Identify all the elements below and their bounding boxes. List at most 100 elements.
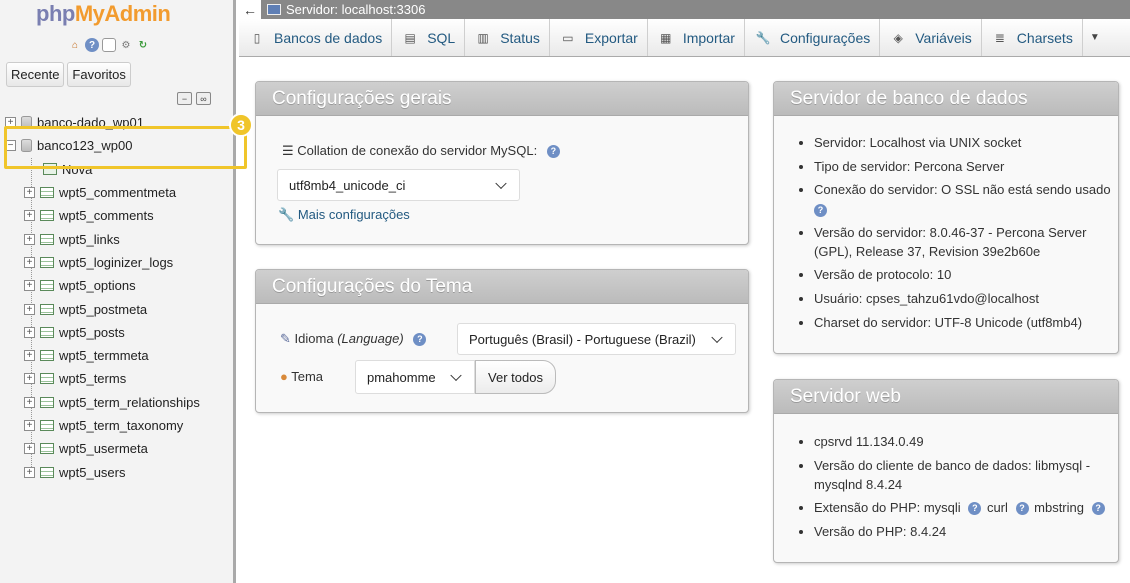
- help-icon[interactable]: ?: [1091, 502, 1105, 516]
- language-label: ✎ Idioma (Language) ?: [280, 331, 427, 347]
- tree-item-table[interactable]: + wpt5_term_taxonomy: [5, 414, 235, 437]
- tree-item-table[interactable]: + wpt5_users: [5, 460, 235, 483]
- database-icon: [21, 116, 32, 130]
- charsets-icon: ≣: [994, 30, 1005, 45]
- expand-icon[interactable]: +: [24, 233, 35, 245]
- phpmyadmin-logo[interactable]: phpMyAdmin: [36, 1, 171, 27]
- expand-icon[interactable]: +: [24, 256, 35, 268]
- recent-tab[interactable]: Recente: [6, 62, 65, 87]
- table-icon: [40, 187, 54, 199]
- collapse-all-icon[interactable]: −: [177, 92, 192, 105]
- help-icon[interactable]: ?: [85, 38, 99, 52]
- nav-icon-bar: ⌂ ? ⚙ ↻: [68, 38, 150, 52]
- expand-icon[interactable]: +: [24, 210, 35, 222]
- tree-item-table[interactable]: + wpt5_terms: [5, 367, 235, 390]
- more-menu-icon[interactable]: ▼: [1083, 19, 1107, 56]
- database-server-title: Servidor de banco de dados: [774, 82, 1118, 116]
- settings-icon[interactable]: ⚙: [119, 38, 133, 52]
- table-icon: [40, 303, 54, 315]
- import-icon: ▦: [660, 30, 672, 45]
- tree-item-banco-dado-wp01[interactable]: + banco-dado_wp01: [5, 111, 235, 134]
- tab-variables[interactable]: ◈ Variáveis: [880, 19, 982, 56]
- expand-icon[interactable]: +: [5, 117, 16, 129]
- web-server-panel: Servidor web cpsrvd 11.134.0.49 Versão d…: [773, 379, 1119, 563]
- expand-icon[interactable]: +: [24, 280, 35, 292]
- tree-item-table[interactable]: + wpt5_options: [5, 274, 235, 297]
- sql-icon: ▤: [404, 30, 416, 45]
- status-icon: ▥: [477, 30, 489, 45]
- expand-icon[interactable]: +: [24, 420, 35, 431]
- tab-sql[interactable]: ▤ SQL: [392, 19, 466, 56]
- theme-label: ● Tema: [280, 369, 324, 384]
- expand-icon[interactable]: +: [24, 326, 35, 338]
- table-icon: [40, 256, 54, 268]
- tree-item-new-table[interactable]: Nova: [5, 158, 235, 181]
- export-icon: ▭: [562, 30, 574, 45]
- expand-icon[interactable]: +: [24, 373, 35, 385]
- tree-item-banco123-wp00[interactable]: − banco123_wp00: [5, 134, 235, 157]
- tree-item-table[interactable]: + wpt5_termmeta: [5, 344, 235, 367]
- tree-item-table[interactable]: + wpt5_term_relationships: [5, 391, 235, 414]
- collation-select[interactable]: utf8mb4_unicode_ci: [277, 169, 520, 201]
- table-icon: [40, 326, 54, 338]
- expand-icon[interactable]: +: [24, 396, 35, 408]
- language-select[interactable]: Português (Brasil) - Portuguese (Brazil): [457, 323, 736, 355]
- tree-item-table[interactable]: + wpt5_postmeta: [5, 297, 235, 320]
- tab-charsets[interactable]: ≣ Charsets: [982, 19, 1083, 56]
- tab-import[interactable]: ▦ Importar: [648, 19, 745, 56]
- collation-label: ☰ Collation de conexão do servidor MySQL…: [282, 143, 560, 159]
- database-tree: + banco-dado_wp01 − banco123_wp00 Nova +…: [5, 111, 235, 484]
- database-icon: [21, 139, 32, 153]
- wrench-icon: 🔧: [278, 207, 295, 222]
- help-icon[interactable]: ?: [814, 204, 827, 218]
- help-icon[interactable]: ?: [546, 145, 560, 159]
- list-item: Conexão do servidor: O SSL não está send…: [814, 180, 1116, 218]
- database-icon: ▯: [253, 30, 261, 45]
- tree-item-table[interactable]: + wpt5_posts: [5, 321, 235, 344]
- tree-controls: − ∞: [177, 92, 211, 105]
- tab-export[interactable]: ▭ Exportar: [550, 19, 648, 56]
- link-icon[interactable]: ∞: [196, 92, 211, 105]
- more-settings-link[interactable]: 🔧 Mais configurações: [278, 207, 410, 223]
- tree-item-table[interactable]: + wpt5_usermeta: [5, 437, 235, 460]
- list-item: Usuário: cpses_tahzu61vdo@localhost: [814, 289, 1116, 308]
- table-icon: [40, 396, 54, 408]
- help-icon[interactable]: ?: [968, 502, 982, 516]
- home-icon[interactable]: ⌂: [68, 38, 82, 52]
- nav-tabs: Recente Favoritos: [6, 62, 131, 87]
- theme-settings-title: Configurações do Tema: [256, 270, 748, 304]
- tab-databases[interactable]: ▯ Bancos de dados: [239, 19, 393, 56]
- help-icon[interactable]: ?: [413, 333, 427, 347]
- list-item: Tipo de servidor: Percona Server: [814, 157, 1116, 176]
- tree-item-table[interactable]: + wpt5_loginizer_logs: [5, 251, 235, 274]
- tab-status[interactable]: ▥ Status: [465, 19, 550, 56]
- list-item: Charset do servidor: UTF-8 Unicode (utf8…: [814, 313, 1116, 332]
- collapse-icon[interactable]: −: [5, 140, 16, 152]
- expand-icon[interactable]: +: [24, 350, 35, 362]
- help-icon[interactable]: ?: [1015, 502, 1029, 516]
- chevron-down-icon: [450, 369, 462, 382]
- language-icon: ✎: [280, 331, 291, 346]
- tree-item-table[interactable]: + wpt5_links: [5, 227, 235, 250]
- server-title[interactable]: Servidor: localhost:3306: [286, 2, 425, 17]
- table-icon: [40, 420, 54, 431]
- reload-icon[interactable]: ↻: [136, 38, 150, 52]
- wrench-icon: 🔧: [755, 30, 771, 45]
- table-icon: [40, 280, 54, 292]
- view-all-themes-button[interactable]: Ver todos: [475, 360, 556, 394]
- chevron-down-icon: [711, 331, 723, 344]
- tree-item-table[interactable]: + wpt5_commentmeta: [5, 181, 235, 204]
- table-icon: [40, 443, 54, 455]
- tab-settings[interactable]: 🔧 Configurações: [745, 19, 881, 56]
- tree-item-table[interactable]: + wpt5_comments: [5, 204, 235, 227]
- expand-icon[interactable]: +: [24, 443, 35, 455]
- theme-settings-panel: Configurações do Tema ✎ Idioma (Language…: [255, 269, 749, 413]
- theme-icon: ●: [280, 369, 288, 384]
- back-arrow-icon[interactable]: ←: [239, 0, 261, 19]
- expand-icon[interactable]: +: [24, 466, 35, 478]
- expand-icon[interactable]: +: [24, 303, 35, 315]
- expand-icon[interactable]: +: [24, 187, 35, 199]
- docs-icon[interactable]: [102, 38, 116, 52]
- theme-select[interactable]: pmahomme: [355, 360, 475, 394]
- favorites-tab[interactable]: Favoritos: [67, 62, 131, 87]
